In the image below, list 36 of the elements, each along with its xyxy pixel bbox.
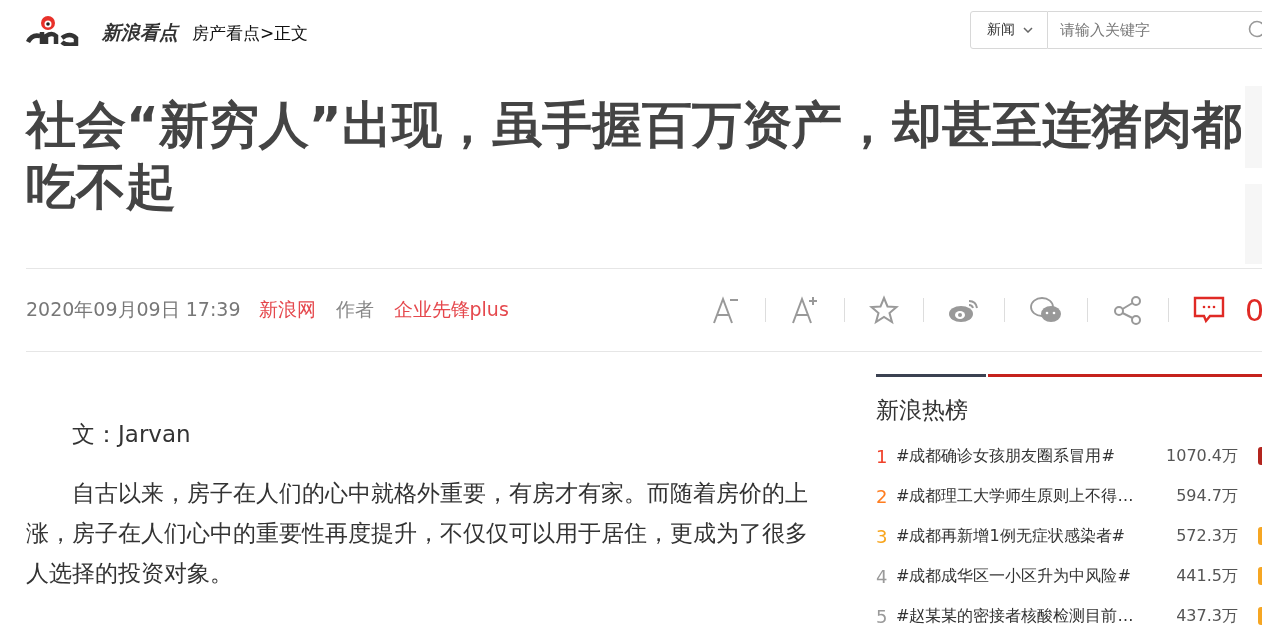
search-field[interactable]: 请输入关键字 <box>1048 11 1262 49</box>
category-dropdown[interactable]: 新闻 <box>970 11 1048 49</box>
wechat-icon[interactable] <box>1028 295 1063 325</box>
hot-topic-link[interactable]: #成都再新增1例无症状感染者# <box>896 525 1158 547</box>
search-icon[interactable] <box>1248 20 1262 40</box>
rank-number: 2 <box>876 485 889 507</box>
view-count: 1070.4万 <box>1165 445 1238 467</box>
article-paragraph: 自古以来，房子在人们的心中就格外重要，有房才有家。而随着房价的上涨，房子在人们心中的重要性再度提升，不仅仅可以用于居住，更成为了很多人选择的投资对象。 <box>26 479 809 588</box>
view-count: 437.3万 <box>1175 605 1238 627</box>
hot-topic-link[interactable]: #成都确诊女孩朋友圈系冒用# <box>896 445 1158 467</box>
logo-text[interactable]: 新浪看点 <box>102 20 178 46</box>
section-title: 新浪热榜 <box>876 396 969 425</box>
source-link[interactable]: 新浪网 <box>258 297 316 323</box>
author-label: 作者 <box>335 297 374 322</box>
rank-number: 3 <box>876 525 889 547</box>
rank-number: 1 <box>876 445 889 467</box>
hot-topic-link[interactable]: #成都理工大学师生原则上不得… <box>896 485 1158 507</box>
view-count: 594.7万 <box>1175 485 1238 507</box>
chevron-down-icon <box>1023 27 1033 33</box>
star-icon[interactable] <box>868 295 899 325</box>
font-increase-icon[interactable] <box>789 295 820 325</box>
publish-date: 2020年09月09日 17:39 <box>26 297 241 322</box>
rank-number: 5 <box>876 605 889 627</box>
rank-number: 4 <box>876 565 889 587</box>
font-decrease-icon[interactable] <box>710 295 741 325</box>
article-title: 社会“新穷人”出现，虽手握百万资产，却甚至连猪肉都吃不起 <box>26 95 1243 218</box>
hot-topic-link[interactable]: #成都成华区一小区升为中风险# <box>896 565 1158 587</box>
hot-topic-link[interactable]: #赵某某的密接者核酸检测目前… <box>896 605 1158 627</box>
view-count: 441.5万 <box>1175 565 1238 587</box>
view-count: 572.3万 <box>1175 525 1238 547</box>
comment-icon[interactable] <box>1192 295 1225 325</box>
comment-count[interactable]: 0 <box>1244 292 1262 328</box>
share-icon[interactable] <box>1111 295 1144 325</box>
article-paragraph: 文：Jarvan <box>71 420 192 449</box>
author-link[interactable]: 企业先锋plus <box>393 297 509 323</box>
breadcrumb[interactable]: 房产看点>正文 <box>192 22 309 46</box>
